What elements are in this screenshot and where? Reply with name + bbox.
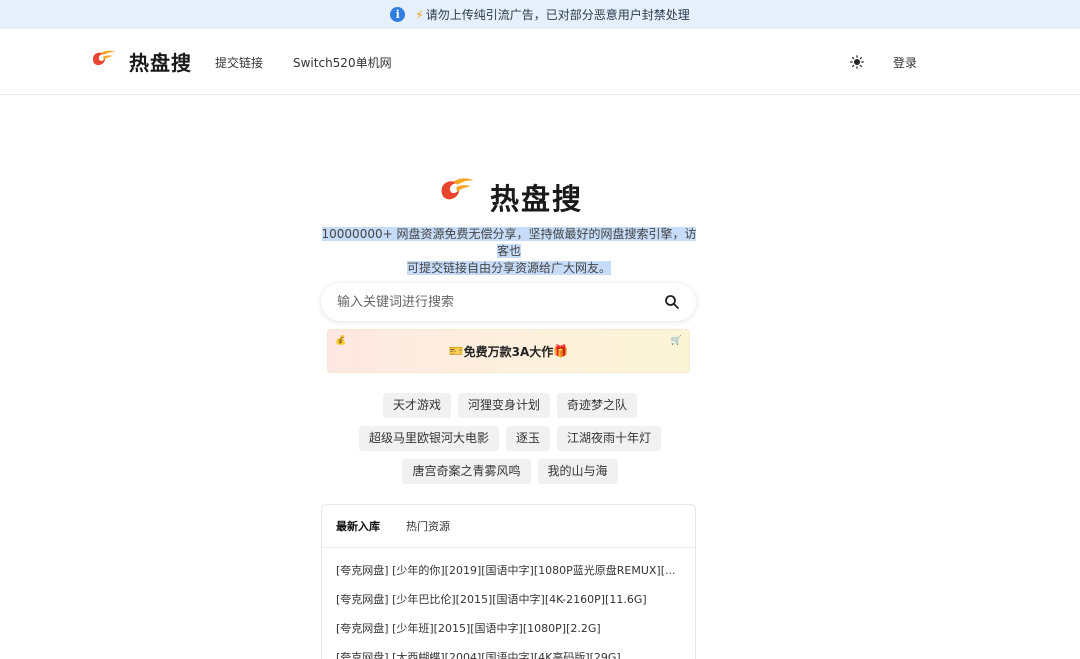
nav-switch520-link[interactable]: Switch520单机网 bbox=[293, 54, 392, 71]
tag-item[interactable]: 江湖夜雨十年灯 bbox=[557, 426, 662, 451]
login-button[interactable]: 登录 bbox=[893, 54, 917, 71]
tag-row: 唐宫奇案之青雾风鸣 我的山与海 bbox=[320, 459, 700, 484]
notice-text: 请勿上传纯引流广告，已对部分恶意用户封禁处理 bbox=[425, 8, 690, 22]
lightning-icon: ⚡ bbox=[415, 7, 424, 22]
list-item[interactable]: [夸克网盘] [少年的你][2019][国语中字][1080P蓝光原盘REMUX… bbox=[336, 564, 681, 593]
money-bag-icon: 💰 bbox=[335, 336, 347, 346]
tagline: 10000000+ 网盘资源免费无偿分享，坚持做最好的网盘搜索引擎，访客也 可提… bbox=[320, 226, 698, 277]
tag-item[interactable]: 天才游戏 bbox=[382, 393, 451, 418]
hot-tags: 天才游戏 河狸变身计划 奇迹梦之队 超级马里欧银河大电影 逐玉 江湖夜雨十年灯 … bbox=[320, 393, 700, 492]
tab-latest[interactable]: 最新入库 bbox=[336, 518, 380, 534]
brand-name[interactable]: 热盘搜 bbox=[129, 47, 192, 76]
hero-title: 热盘搜 bbox=[490, 182, 584, 216]
tagline-line-2: 可提交链接自由分享资源给广大网友。 bbox=[406, 261, 611, 275]
resource-panel: 最新入库 热门资源 [夸克网盘] [少年的你][2019][国语中字][1080… bbox=[321, 504, 696, 659]
search-bar bbox=[321, 283, 696, 321]
info-icon: i bbox=[390, 7, 406, 22]
flame-logo-icon[interactable] bbox=[90, 49, 116, 67]
gift-icon: 🎁 bbox=[553, 344, 569, 358]
tag-item[interactable]: 唐宫奇案之青雾风鸣 bbox=[402, 459, 531, 484]
nav-submit-link[interactable]: 提交链接 bbox=[215, 54, 263, 71]
list-item[interactable]: [夸克网盘] [大西蝴蝶][2004][国语中字][4K高码版][29G] bbox=[336, 651, 681, 659]
tag-row: 天才游戏 河狸变身计划 奇迹梦之队 bbox=[320, 393, 700, 418]
top-navbar: 热盘搜 提交链接 Switch520单机网 登录 bbox=[0, 29, 1080, 95]
search-icon[interactable] bbox=[664, 294, 680, 310]
tag-item[interactable]: 超级马里欧银河大电影 bbox=[358, 426, 499, 451]
search-input[interactable] bbox=[337, 294, 664, 310]
flame-logo-icon bbox=[441, 178, 474, 200]
list-item[interactable]: [夸克网盘] [少年巴比伦][2015][国语中字][4K-2160P][11.… bbox=[336, 593, 681, 622]
promo-banner[interactable]: 💰 🎫 免费万款3A大作 🎁 🛒 bbox=[327, 329, 690, 373]
tag-item[interactable]: 奇迹梦之队 bbox=[557, 393, 638, 418]
tag-item[interactable]: 逐玉 bbox=[505, 426, 550, 451]
promo-text: 免费万款3A大作 bbox=[463, 344, 554, 359]
tag-row: 超级马里欧银河大电影 逐玉 江湖夜雨十年灯 bbox=[320, 426, 700, 451]
cart-icon: 🛒 bbox=[670, 336, 682, 346]
tab-popular[interactable]: 热门资源 bbox=[406, 518, 450, 534]
tagline-line-1: 10000000+ 网盘资源免费无偿分享，坚持做最好的网盘搜索引擎，访客也 bbox=[321, 227, 697, 258]
sun-icon[interactable] bbox=[850, 55, 864, 69]
panel-tabs: 最新入库 热门资源 bbox=[322, 505, 695, 548]
tag-item[interactable]: 河狸变身计划 bbox=[457, 393, 550, 418]
notice-bar: i ⚡ 请勿上传纯引流广告，已对部分恶意用户封禁处理 bbox=[0, 0, 1080, 29]
tag-item[interactable]: 我的山与海 bbox=[537, 459, 618, 484]
ticket-icon: 🎫 bbox=[448, 344, 464, 358]
resource-list: [夸克网盘] [少年的你][2019][国语中字][1080P蓝光原盘REMUX… bbox=[322, 548, 695, 659]
list-item[interactable]: [夸克网盘] [少年班][2015][国语中字][1080P][2.2G] bbox=[336, 622, 681, 651]
